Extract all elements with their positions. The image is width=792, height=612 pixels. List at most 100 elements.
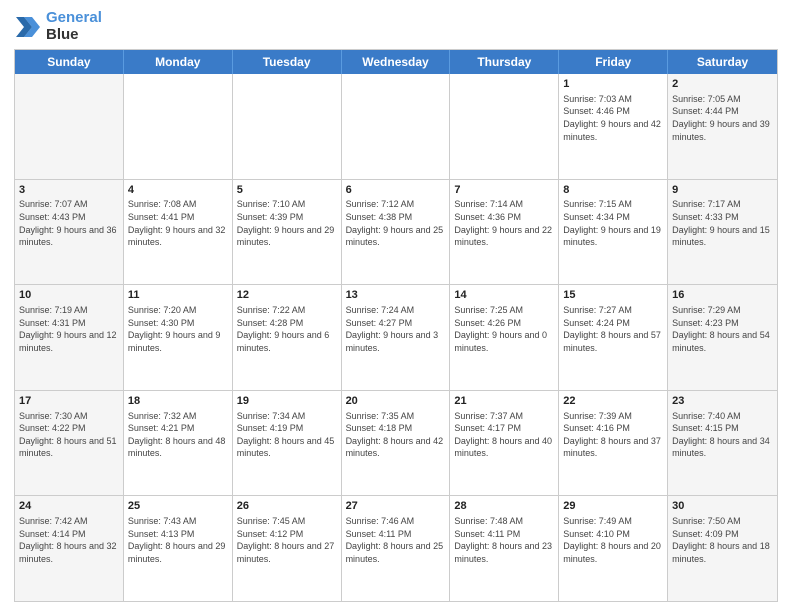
calendar-cell: 10Sunrise: 7:19 AM Sunset: 4:31 PM Dayli… bbox=[15, 285, 124, 390]
logo-icon bbox=[14, 13, 42, 41]
calendar-cell: 22Sunrise: 7:39 AM Sunset: 4:16 PM Dayli… bbox=[559, 391, 668, 496]
day-info: Sunrise: 7:10 AM Sunset: 4:39 PM Dayligh… bbox=[237, 198, 337, 248]
day-number: 21 bbox=[454, 394, 554, 409]
day-number: 6 bbox=[346, 183, 446, 198]
calendar-cell bbox=[15, 74, 124, 179]
weekday-header: Wednesday bbox=[342, 50, 451, 74]
day-info: Sunrise: 7:05 AM Sunset: 4:44 PM Dayligh… bbox=[672, 93, 773, 143]
day-number: 13 bbox=[346, 288, 446, 303]
day-info: Sunrise: 7:07 AM Sunset: 4:43 PM Dayligh… bbox=[19, 198, 119, 248]
day-number: 1 bbox=[563, 77, 663, 92]
weekday-header: Sunday bbox=[15, 50, 124, 74]
day-number: 18 bbox=[128, 394, 228, 409]
day-number: 29 bbox=[563, 499, 663, 514]
calendar-cell: 7Sunrise: 7:14 AM Sunset: 4:36 PM Daylig… bbox=[450, 180, 559, 285]
calendar-row: 3Sunrise: 7:07 AM Sunset: 4:43 PM Daylig… bbox=[15, 179, 777, 285]
day-number: 7 bbox=[454, 183, 554, 198]
calendar-row: 17Sunrise: 7:30 AM Sunset: 4:22 PM Dayli… bbox=[15, 390, 777, 496]
day-info: Sunrise: 7:25 AM Sunset: 4:26 PM Dayligh… bbox=[454, 304, 554, 354]
day-info: Sunrise: 7:46 AM Sunset: 4:11 PM Dayligh… bbox=[346, 515, 446, 565]
calendar-cell: 2Sunrise: 7:05 AM Sunset: 4:44 PM Daylig… bbox=[668, 74, 777, 179]
calendar-cell bbox=[342, 74, 451, 179]
calendar-cell: 13Sunrise: 7:24 AM Sunset: 4:27 PM Dayli… bbox=[342, 285, 451, 390]
day-number: 23 bbox=[672, 394, 773, 409]
calendar-row: 24Sunrise: 7:42 AM Sunset: 4:14 PM Dayli… bbox=[15, 495, 777, 601]
day-info: Sunrise: 7:35 AM Sunset: 4:18 PM Dayligh… bbox=[346, 410, 446, 460]
day-number: 16 bbox=[672, 288, 773, 303]
logo: General Blue bbox=[14, 10, 102, 43]
calendar-cell: 12Sunrise: 7:22 AM Sunset: 4:28 PM Dayli… bbox=[233, 285, 342, 390]
day-info: Sunrise: 7:24 AM Sunset: 4:27 PM Dayligh… bbox=[346, 304, 446, 354]
day-info: Sunrise: 7:43 AM Sunset: 4:13 PM Dayligh… bbox=[128, 515, 228, 565]
calendar-cell bbox=[124, 74, 233, 179]
header: General Blue bbox=[14, 10, 778, 43]
calendar: SundayMondayTuesdayWednesdayThursdayFrid… bbox=[14, 49, 778, 602]
calendar-cell: 15Sunrise: 7:27 AM Sunset: 4:24 PM Dayli… bbox=[559, 285, 668, 390]
calendar-cell: 5Sunrise: 7:10 AM Sunset: 4:39 PM Daylig… bbox=[233, 180, 342, 285]
day-number: 24 bbox=[19, 499, 119, 514]
day-number: 12 bbox=[237, 288, 337, 303]
calendar-cell: 1Sunrise: 7:03 AM Sunset: 4:46 PM Daylig… bbox=[559, 74, 668, 179]
day-number: 3 bbox=[19, 183, 119, 198]
day-number: 25 bbox=[128, 499, 228, 514]
day-number: 26 bbox=[237, 499, 337, 514]
day-number: 5 bbox=[237, 183, 337, 198]
calendar-cell: 20Sunrise: 7:35 AM Sunset: 4:18 PM Dayli… bbox=[342, 391, 451, 496]
day-number: 28 bbox=[454, 499, 554, 514]
day-number: 4 bbox=[128, 183, 228, 198]
calendar-cell: 28Sunrise: 7:48 AM Sunset: 4:11 PM Dayli… bbox=[450, 496, 559, 601]
calendar-cell: 9Sunrise: 7:17 AM Sunset: 4:33 PM Daylig… bbox=[668, 180, 777, 285]
day-info: Sunrise: 7:45 AM Sunset: 4:12 PM Dayligh… bbox=[237, 515, 337, 565]
calendar-cell: 16Sunrise: 7:29 AM Sunset: 4:23 PM Dayli… bbox=[668, 285, 777, 390]
day-info: Sunrise: 7:37 AM Sunset: 4:17 PM Dayligh… bbox=[454, 410, 554, 460]
calendar-cell: 30Sunrise: 7:50 AM Sunset: 4:09 PM Dayli… bbox=[668, 496, 777, 601]
day-info: Sunrise: 7:03 AM Sunset: 4:46 PM Dayligh… bbox=[563, 93, 663, 143]
day-number: 27 bbox=[346, 499, 446, 514]
calendar-header: SundayMondayTuesdayWednesdayThursdayFrid… bbox=[15, 50, 777, 74]
day-info: Sunrise: 7:32 AM Sunset: 4:21 PM Dayligh… bbox=[128, 410, 228, 460]
calendar-cell: 29Sunrise: 7:49 AM Sunset: 4:10 PM Dayli… bbox=[559, 496, 668, 601]
day-info: Sunrise: 7:42 AM Sunset: 4:14 PM Dayligh… bbox=[19, 515, 119, 565]
calendar-cell: 18Sunrise: 7:32 AM Sunset: 4:21 PM Dayli… bbox=[124, 391, 233, 496]
day-number: 20 bbox=[346, 394, 446, 409]
day-info: Sunrise: 7:29 AM Sunset: 4:23 PM Dayligh… bbox=[672, 304, 773, 354]
day-info: Sunrise: 7:30 AM Sunset: 4:22 PM Dayligh… bbox=[19, 410, 119, 460]
day-info: Sunrise: 7:27 AM Sunset: 4:24 PM Dayligh… bbox=[563, 304, 663, 354]
day-info: Sunrise: 7:17 AM Sunset: 4:33 PM Dayligh… bbox=[672, 198, 773, 248]
day-info: Sunrise: 7:40 AM Sunset: 4:15 PM Dayligh… bbox=[672, 410, 773, 460]
calendar-row: 1Sunrise: 7:03 AM Sunset: 4:46 PM Daylig… bbox=[15, 74, 777, 179]
calendar-cell: 17Sunrise: 7:30 AM Sunset: 4:22 PM Dayli… bbox=[15, 391, 124, 496]
day-info: Sunrise: 7:12 AM Sunset: 4:38 PM Dayligh… bbox=[346, 198, 446, 248]
day-number: 15 bbox=[563, 288, 663, 303]
day-info: Sunrise: 7:15 AM Sunset: 4:34 PM Dayligh… bbox=[563, 198, 663, 248]
calendar-cell: 11Sunrise: 7:20 AM Sunset: 4:30 PM Dayli… bbox=[124, 285, 233, 390]
calendar-cell: 27Sunrise: 7:46 AM Sunset: 4:11 PM Dayli… bbox=[342, 496, 451, 601]
calendar-body: 1Sunrise: 7:03 AM Sunset: 4:46 PM Daylig… bbox=[15, 74, 777, 601]
calendar-cell: 26Sunrise: 7:45 AM Sunset: 4:12 PM Dayli… bbox=[233, 496, 342, 601]
weekday-header: Saturday bbox=[668, 50, 777, 74]
calendar-cell bbox=[233, 74, 342, 179]
day-number: 9 bbox=[672, 183, 773, 198]
day-info: Sunrise: 7:48 AM Sunset: 4:11 PM Dayligh… bbox=[454, 515, 554, 565]
calendar-cell: 25Sunrise: 7:43 AM Sunset: 4:13 PM Dayli… bbox=[124, 496, 233, 601]
day-number: 30 bbox=[672, 499, 773, 514]
calendar-cell: 19Sunrise: 7:34 AM Sunset: 4:19 PM Dayli… bbox=[233, 391, 342, 496]
day-number: 10 bbox=[19, 288, 119, 303]
calendar-cell: 21Sunrise: 7:37 AM Sunset: 4:17 PM Dayli… bbox=[450, 391, 559, 496]
calendar-cell: 3Sunrise: 7:07 AM Sunset: 4:43 PM Daylig… bbox=[15, 180, 124, 285]
calendar-cell: 4Sunrise: 7:08 AM Sunset: 4:41 PM Daylig… bbox=[124, 180, 233, 285]
calendar-cell: 14Sunrise: 7:25 AM Sunset: 4:26 PM Dayli… bbox=[450, 285, 559, 390]
calendar-cell bbox=[450, 74, 559, 179]
calendar-cell: 24Sunrise: 7:42 AM Sunset: 4:14 PM Dayli… bbox=[15, 496, 124, 601]
day-info: Sunrise: 7:14 AM Sunset: 4:36 PM Dayligh… bbox=[454, 198, 554, 248]
page: General Blue SundayMondayTuesdayWednesda… bbox=[0, 0, 792, 612]
day-number: 22 bbox=[563, 394, 663, 409]
day-info: Sunrise: 7:50 AM Sunset: 4:09 PM Dayligh… bbox=[672, 515, 773, 565]
weekday-header: Tuesday bbox=[233, 50, 342, 74]
day-number: 19 bbox=[237, 394, 337, 409]
day-number: 8 bbox=[563, 183, 663, 198]
day-number: 11 bbox=[128, 288, 228, 303]
day-info: Sunrise: 7:39 AM Sunset: 4:16 PM Dayligh… bbox=[563, 410, 663, 460]
day-number: 14 bbox=[454, 288, 554, 303]
weekday-header: Monday bbox=[124, 50, 233, 74]
